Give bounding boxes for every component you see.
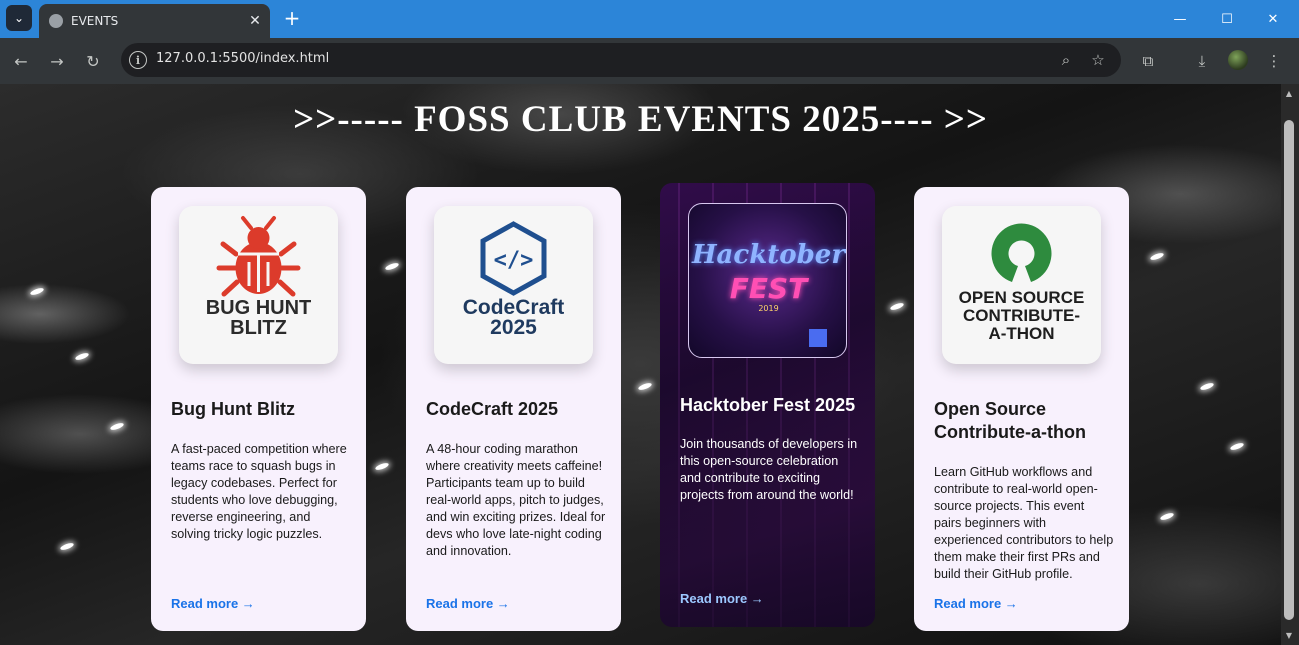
card-title: Hacktober Fest 2025 bbox=[680, 395, 856, 415]
scroll-up-icon[interactable]: ▲ bbox=[1284, 88, 1294, 98]
scroll-down-icon[interactable]: ▼ bbox=[1284, 630, 1294, 640]
extensions-icon[interactable]: ⧉ bbox=[1137, 50, 1159, 72]
logo-line: A-THON bbox=[988, 324, 1055, 343]
address-bar[interactable]: i 127.0.0.1:5500/index.html ⌕ ☆ bbox=[121, 43, 1121, 77]
event-card-hacktoberfest: Hacktober FEST 2019 Hacktober Fest 2025 … bbox=[660, 183, 875, 627]
reload-icon[interactable]: ↻ bbox=[81, 49, 105, 73]
zoom-icon[interactable]: ⌕ bbox=[1056, 50, 1076, 70]
close-tab-icon[interactable]: ✕ bbox=[244, 10, 266, 32]
background-glow bbox=[74, 351, 90, 362]
logo-line: CONTRIBUTE- bbox=[962, 306, 1081, 325]
background-glow bbox=[889, 301, 905, 312]
browser-toolbar: ← → ↻ i 127.0.0.1:5500/index.html ⌕ ☆ ⧉ … bbox=[0, 38, 1299, 84]
card-description: Learn GitHub workflows and contribute to… bbox=[934, 465, 1114, 581]
background-glow bbox=[109, 421, 125, 432]
hacktoberfest-logo: Hacktober FEST 2019 bbox=[688, 203, 847, 358]
card-description: Join thousands of developers in this ope… bbox=[680, 437, 858, 502]
bug-hunt-logo-text: BUG HUNT BLITZ bbox=[179, 298, 338, 338]
codecraft-logo-text: CodeCraft 2025 bbox=[434, 296, 593, 339]
bookmark-star-icon[interactable]: ☆ bbox=[1088, 50, 1108, 70]
read-more-link[interactable]: Read more → bbox=[680, 591, 764, 606]
read-more-link[interactable]: Read more → bbox=[426, 596, 510, 611]
card-title: Open Source Contribute-a-thon bbox=[934, 399, 1086, 442]
scrollbar-thumb[interactable] bbox=[1284, 120, 1294, 620]
tab-search-button[interactable]: ⌄ bbox=[6, 5, 32, 31]
background-glow bbox=[59, 541, 75, 552]
card-title: CodeCraft 2025 bbox=[426, 399, 559, 419]
logo-line: 2019 bbox=[758, 304, 779, 313]
background-glow bbox=[29, 286, 45, 297]
code-hexagon-icon: </> bbox=[480, 221, 547, 296]
tab-title: EVENTS bbox=[71, 14, 119, 28]
svg-text:</>: </> bbox=[494, 248, 534, 273]
logo-line: BLITZ bbox=[230, 317, 287, 339]
logo-line: 2025 bbox=[490, 316, 537, 339]
logo-line: BUG HUNT bbox=[205, 297, 312, 319]
logo-line: OPEN SOURCE bbox=[958, 288, 1085, 307]
globe-icon bbox=[49, 14, 63, 28]
background-glow bbox=[1159, 511, 1175, 522]
page-viewport: >>----- FOSS CLUB EVENTS 2025---- >> BUG… bbox=[0, 84, 1281, 645]
profile-avatar[interactable] bbox=[1228, 50, 1248, 70]
codecraft-logo: </> bbox=[434, 206, 593, 364]
bug-hunt-logo bbox=[179, 206, 338, 364]
background-glow bbox=[374, 461, 390, 472]
background-glow bbox=[384, 261, 400, 272]
forward-icon[interactable]: → bbox=[45, 49, 69, 73]
maximize-icon[interactable]: ☐ bbox=[1204, 0, 1250, 38]
site-info-icon[interactable]: i bbox=[129, 51, 147, 69]
page-title: >>----- FOSS CLUB EVENTS 2025---- >> bbox=[293, 99, 988, 140]
card-title: Bug Hunt Blitz bbox=[171, 399, 295, 419]
logo-line: CodeCraft bbox=[462, 296, 565, 319]
card-description: A fast-paced competition where teams rac… bbox=[171, 442, 347, 541]
more-menu-icon[interactable]: ⋮ bbox=[1263, 50, 1285, 72]
event-card-bug-hunt: BUG HUNT BLITZ Bug Hunt Blitz A fast-pac… bbox=[151, 187, 366, 631]
minimize-icon[interactable]: — bbox=[1157, 0, 1203, 38]
event-card-contribute-a-thon: OPEN SOURCE CONTRIBUTE- A-THON Open Sour… bbox=[914, 187, 1129, 631]
bug-icon bbox=[216, 216, 301, 297]
new-tab-button[interactable]: + bbox=[280, 6, 304, 30]
url-text[interactable]: 127.0.0.1:5500/index.html bbox=[156, 51, 329, 66]
browser-tab-bar: ⌄ EVENTS ✕ + — ☐ ✕ bbox=[0, 0, 1299, 38]
chevron-down-icon: ⌄ bbox=[13, 11, 25, 25]
logo-line: Hacktober bbox=[691, 240, 846, 270]
logo-line: FEST bbox=[729, 272, 808, 305]
background-glow bbox=[1149, 251, 1165, 262]
window-close-icon[interactable]: ✕ bbox=[1250, 0, 1296, 38]
background-glow bbox=[637, 381, 653, 392]
open-source-logo-text: OPEN SOURCE CONTRIBUTE- A-THON bbox=[942, 289, 1101, 343]
background-glow bbox=[1199, 381, 1215, 392]
event-card-codecraft: </> CodeCraft 2025 CodeCraft 2025 A 48-h… bbox=[406, 187, 621, 631]
background-glow bbox=[1229, 441, 1245, 452]
read-more-link[interactable]: Read more → bbox=[171, 596, 255, 611]
card-description: A 48-hour coding marathon where creativi… bbox=[426, 442, 606, 558]
browser-tab[interactable]: EVENTS ✕ bbox=[39, 4, 270, 38]
back-icon[interactable]: ← bbox=[9, 49, 33, 73]
dev-badge-icon bbox=[809, 329, 827, 347]
read-more-link[interactable]: Read more → bbox=[934, 596, 1018, 611]
download-icon[interactable]: ⤓ bbox=[1191, 50, 1213, 72]
